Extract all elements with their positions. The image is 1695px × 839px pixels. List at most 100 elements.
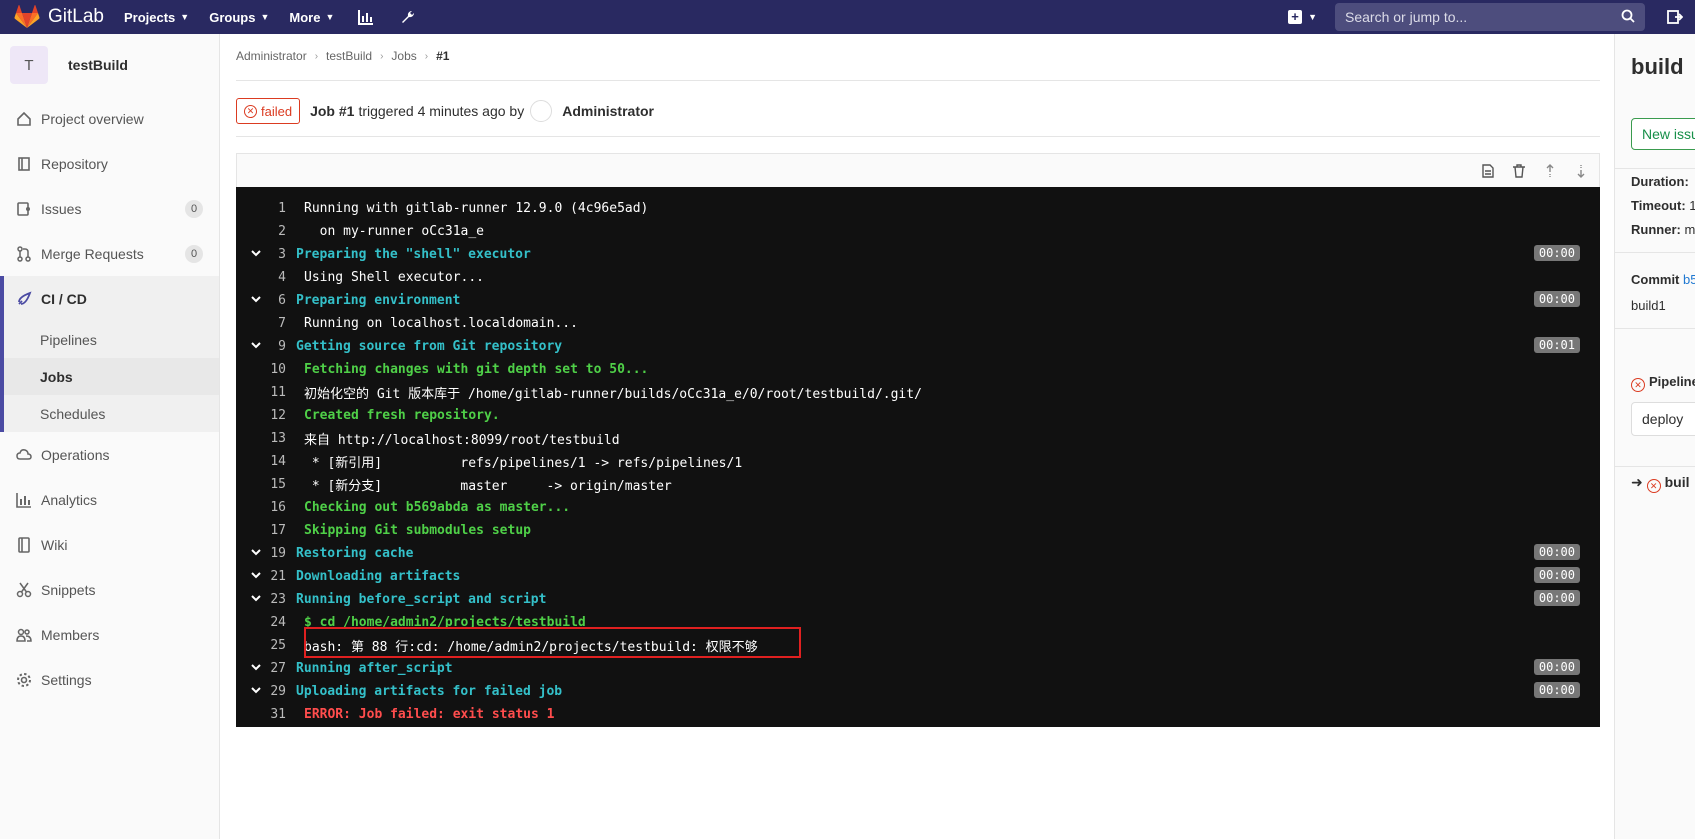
duration-label: Duration: — [1631, 174, 1689, 189]
sidebar-subitem-jobs[interactable]: Jobs — [4, 358, 219, 395]
job-user-link[interactable]: Administrator — [562, 103, 654, 119]
line-number[interactable]: 10 — [236, 362, 296, 377]
line-number[interactable]: 4 — [236, 270, 296, 285]
sidebar-item-members[interactable]: Members — [0, 612, 219, 657]
failed-status-icon: ✕ — [244, 104, 257, 118]
job-name: build — [1631, 54, 1684, 79]
line-number[interactable]: 25 — [236, 638, 296, 653]
breadcrumb-jobs[interactable]: Jobs — [391, 49, 416, 63]
line-number[interactable]: 24 — [236, 615, 296, 630]
log-line: 1 Running with gitlab-runner 12.9.0 (4c96… — [236, 197, 1600, 220]
sidebar-item-settings[interactable]: Settings — [0, 657, 219, 702]
line-number[interactable]: 9 — [236, 339, 296, 354]
chevron-down-icon[interactable] — [249, 292, 263, 306]
sidebar-item-project-overview[interactable]: Project overview — [0, 96, 219, 141]
line-number[interactable]: 29 — [236, 684, 296, 699]
chevron-down-icon[interactable] — [249, 683, 263, 697]
line-number[interactable]: 31 — [236, 707, 296, 722]
sidebar-item-cicd[interactable]: CI / CD — [4, 276, 219, 321]
nav-more[interactable]: More ▼ — [289, 10, 334, 25]
wrench-icon[interactable] — [398, 7, 418, 27]
gitlab-logo[interactable]: GitLab — [14, 5, 104, 29]
line-number[interactable]: 16 — [236, 500, 296, 515]
log-section-header[interactable]: 29 Uploading artifacts for failed job 00:0… — [236, 680, 1600, 703]
chevron-down-icon[interactable] — [249, 660, 263, 674]
log-section-header[interactable]: 19 Restoring cache 00:00 — [236, 542, 1600, 565]
scissors-icon — [16, 582, 32, 598]
line-number[interactable]: 15 — [236, 477, 296, 492]
line-number[interactable]: 17 — [236, 523, 296, 538]
analytics-bar-icon[interactable] — [356, 7, 376, 27]
sidebar-item-snippets[interactable]: Snippets — [0, 567, 219, 612]
line-number[interactable]: 1 — [236, 201, 296, 216]
line-number[interactable]: 19 — [236, 546, 296, 561]
line-number[interactable]: 12 — [236, 408, 296, 423]
sidebar-item-issues[interactable]: Issues 0 — [0, 186, 219, 231]
chevron-down-icon[interactable] — [249, 568, 263, 582]
line-number[interactable]: 6 — [236, 293, 296, 308]
scroll-bottom-icon[interactable] — [1573, 163, 1589, 179]
sidebar-item-analytics[interactable]: Analytics — [0, 477, 219, 522]
runner-row: Runner: m — [1631, 222, 1695, 237]
line-number[interactable]: 27 — [236, 661, 296, 676]
new-issue-button[interactable]: New issue — [1631, 118, 1695, 150]
log-text: Preparing the "shell" executor — [296, 247, 531, 262]
sidebar-item-wiki[interactable]: Wiki — [0, 522, 219, 567]
sidebar-subitem-pipelines[interactable]: Pipelines — [4, 321, 219, 358]
chevron-down-icon[interactable] — [249, 591, 263, 605]
line-number[interactable]: 13 — [236, 431, 296, 446]
sidebar-item-repository[interactable]: Repository — [0, 141, 219, 186]
sidebar-item-label: Project overview — [41, 110, 144, 127]
divider — [1615, 466, 1695, 467]
log-section-header[interactable]: 6 Preparing environment 00:00 — [236, 289, 1600, 312]
chevron-down-icon[interactable] — [249, 545, 263, 559]
commit-link[interactable]: b5 — [1683, 272, 1695, 287]
breadcrumb-current[interactable]: #1 — [436, 49, 449, 63]
breadcrumb-project[interactable]: testBuild — [326, 49, 372, 63]
line-number[interactable]: 21 — [236, 569, 296, 584]
timeout-value: 1 — [1689, 198, 1695, 213]
raw-log-icon[interactable] — [1480, 163, 1496, 179]
log-section-header[interactable]: 27 Running after_script 00:00 — [236, 657, 1600, 680]
job-link[interactable]: buil — [1665, 474, 1690, 490]
chevron-down-icon: ▼ — [260, 12, 270, 22]
brand-name: GitLab — [48, 6, 104, 27]
line-number[interactable]: 23 — [236, 592, 296, 607]
line-number[interactable]: 11 — [236, 385, 296, 400]
plus-icon: + — [1288, 10, 1303, 24]
chevron-down-icon[interactable] — [249, 246, 263, 260]
log-section-header[interactable]: 9 Getting source from Git repository 00:01 — [236, 335, 1600, 358]
trash-icon[interactable] — [1511, 163, 1527, 179]
new-dropdown-button[interactable]: + ▼ — [1288, 10, 1317, 24]
sidebar-item-label: CI / CD — [41, 290, 87, 307]
timeout-row: Timeout: 1 — [1631, 198, 1695, 213]
stage-dropdown[interactable]: deploy — [1631, 402, 1695, 436]
line-number[interactable]: 7 — [236, 316, 296, 331]
nav-projects[interactable]: Projects ▼ — [124, 10, 189, 25]
log-section-header[interactable]: 23 Running before_script and script 00:00 — [236, 588, 1600, 611]
sidebar-item-operations[interactable]: Operations — [0, 432, 219, 477]
scroll-top-icon[interactable] — [1542, 163, 1558, 179]
log-text: * [新分支] master -> origin/master — [304, 479, 672, 494]
log-section-header[interactable]: 3 Preparing the "shell" executor 00:00 — [236, 243, 1600, 266]
pipeline-label[interactable]: Pipeline — [1649, 374, 1695, 389]
avatar[interactable] — [530, 100, 553, 122]
sidebar-subitem-schedules[interactable]: Schedules — [4, 395, 219, 432]
sidebar-item-merge-requests[interactable]: Merge Requests 0 — [0, 231, 219, 276]
sidebar-toggle-icon[interactable] — [1667, 9, 1684, 25]
line-number[interactable]: 3 — [236, 247, 296, 262]
project-header[interactable]: T testBuild — [0, 34, 219, 96]
log-section-header[interactable]: 21 Downloading artifacts 00:00 — [236, 565, 1600, 588]
status-badge[interactable]: ✕ failed — [236, 98, 301, 124]
nav-groups-label: Groups — [209, 9, 256, 25]
chevron-down-icon[interactable] — [249, 338, 263, 352]
search-input[interactable]: Search or jump to... — [1335, 3, 1645, 31]
line-number[interactable]: 2 — [236, 224, 296, 239]
log-text: Getting source from Git repository — [296, 339, 563, 354]
line-number[interactable]: 14 — [236, 454, 296, 469]
current-job-row[interactable]: ➜ ✕ buil — [1631, 474, 1690, 493]
nav-groups[interactable]: Groups ▼ — [209, 10, 269, 25]
breadcrumb-administrator[interactable]: Administrator — [236, 49, 307, 63]
commit-label: Commit — [1631, 272, 1680, 287]
sidebar-item-label: Repository — [41, 155, 108, 172]
